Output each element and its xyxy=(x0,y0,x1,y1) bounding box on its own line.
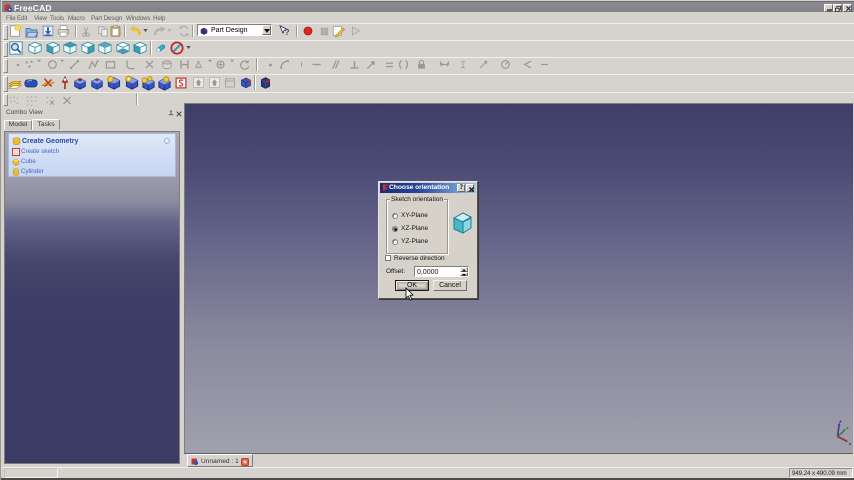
svg-text:?: ? xyxy=(285,28,290,37)
